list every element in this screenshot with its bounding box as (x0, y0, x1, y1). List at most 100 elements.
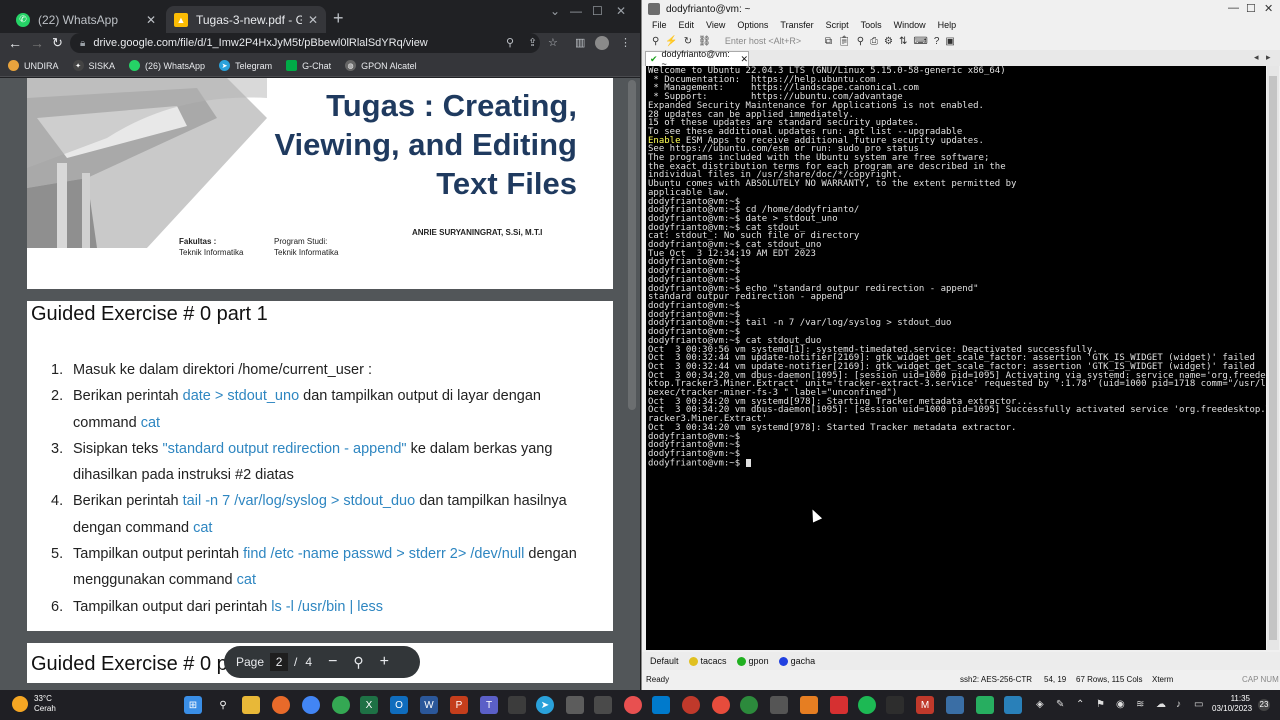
session-button-default[interactable]: Default (650, 656, 679, 666)
session-button-gpon[interactable]: gpon (736, 656, 769, 666)
tray-icon[interactable]: ⌃ (1076, 699, 1084, 710)
file-explorer-icon[interactable] (242, 696, 260, 714)
tray-icon[interactable]: ☁ (1156, 699, 1166, 710)
close-icon[interactable]: ✕ (308, 13, 318, 27)
bookmark-whatsapp[interactable]: (26) WhatsApp (129, 60, 205, 71)
menu-item-script[interactable]: Script (826, 20, 849, 30)
powerpoint-icon[interactable]: P (450, 696, 468, 714)
menu-item-file[interactable]: File (652, 20, 667, 30)
close-window-icon[interactable]: ✕ (1264, 2, 1273, 15)
wifi-icon[interactable]: ≋ (1136, 699, 1144, 710)
session-tab[interactable]: ✔ dodyfrianto@vm: ~ ✕ (645, 49, 749, 69)
tray-icon[interactable]: ⚑ (1096, 699, 1105, 710)
teams-icon[interactable]: T (480, 696, 498, 714)
host-input[interactable]: Enter host <Alt+R> (725, 36, 815, 46)
spotify-icon[interactable] (858, 696, 876, 714)
tab-scroll-right-icon[interactable]: ▸ (1266, 52, 1271, 63)
minimize-icon[interactable]: — (1228, 2, 1239, 14)
app-icon[interactable] (712, 696, 730, 714)
menu-item-transfer[interactable]: Transfer (780, 20, 813, 30)
page-number-input[interactable]: 2 (270, 653, 289, 671)
keymap-icon[interactable]: ⌨ (913, 36, 927, 47)
new-tab-icon[interactable]: + (333, 8, 344, 29)
session-button-tacacs[interactable]: tacacs (688, 656, 727, 666)
pdf-scrollbar[interactable] (628, 80, 636, 410)
connect-icon[interactable]: ⚲ (652, 36, 659, 47)
menu-item-view[interactable]: View (706, 20, 725, 30)
battery-icon[interactable]: ▭ (1194, 699, 1203, 710)
word-icon[interactable]: W (420, 696, 438, 714)
forward-icon[interactable]: → (30, 35, 44, 51)
gmail-icon[interactable]: M (916, 696, 934, 714)
bookmark-siska[interactable]: ✦ SISKA (72, 60, 115, 71)
terminal-scrollbar[interactable] (1267, 66, 1279, 650)
tab-scroll-left-icon[interactable]: ◂ (1254, 52, 1259, 63)
firefox-icon[interactable] (272, 696, 290, 714)
menu-item-tools[interactable]: Tools (861, 20, 882, 30)
bookmark-telegram[interactable]: ➤ Telegram (219, 60, 272, 71)
star-icon[interactable]: ☆ (548, 36, 558, 49)
app-icon[interactable] (566, 696, 584, 714)
tab-google-drive[interactable]: ▲ Tugas-3-new.pdf - Google Drive ✕ (166, 6, 326, 33)
close-window-icon[interactable]: ✕ (616, 4, 626, 18)
pdf-viewer[interactable]: Tugas : Creating, Viewing, and Editing T… (0, 78, 640, 690)
search-icon[interactable]: ⚲ (214, 696, 232, 714)
tab-whatsapp[interactable]: ✆ (22) WhatsApp ✕ (8, 6, 164, 33)
disconnect-icon[interactable]: ⛓ (698, 36, 711, 47)
app-icon[interactable] (624, 696, 642, 714)
app-icon[interactable] (740, 696, 758, 714)
sftp-icon[interactable]: ⇅ (899, 36, 907, 47)
app-icon[interactable] (1004, 696, 1022, 714)
app-icon[interactable] (946, 696, 964, 714)
maximize-icon[interactable]: ☐ (592, 4, 603, 18)
close-icon[interactable]: ✕ (146, 13, 156, 27)
share-icon[interactable]: ⇪ (528, 36, 537, 49)
app-icon[interactable] (830, 696, 848, 714)
help-icon[interactable]: ? (934, 36, 940, 47)
volume-icon[interactable]: ♪ (1176, 699, 1181, 710)
app-icon[interactable] (976, 696, 994, 714)
app-icon[interactable] (770, 696, 788, 714)
clock[interactable]: 11:35 03/10/2023 (1212, 694, 1252, 714)
outlook-icon[interactable]: O (390, 696, 408, 714)
address-bar[interactable]: 🔒︎ drive.google.com/file/d/1_Imw2P4HxJyM… (70, 33, 540, 53)
reload-icon[interactable]: ↻ (52, 35, 63, 51)
minimize-icon[interactable]: — (570, 4, 582, 18)
tray-icon[interactable]: ✎ (1056, 699, 1064, 710)
find-icon[interactable]: ⚲ (857, 36, 864, 47)
menu-item-help[interactable]: Help (938, 20, 957, 30)
menu-icon[interactable]: ⋮ (620, 36, 631, 49)
paste-icon[interactable]: 📋︎ (838, 36, 851, 47)
menu-item-window[interactable]: Window (894, 20, 926, 30)
tray-icon[interactable]: ◈ (1036, 699, 1044, 710)
session-button-gacha[interactable]: gacha (778, 656, 815, 666)
zoom-icon[interactable]: ⚲ (506, 36, 514, 49)
terminal[interactable]: Welcome to Ubuntu 22.04.3 LTS (GNU/Linux… (646, 66, 1266, 650)
menu-item-options[interactable]: Options (737, 20, 768, 30)
zoom-icon[interactable]: ⚲ (353, 654, 363, 671)
menu-item-edit[interactable]: Edit (679, 20, 695, 30)
app-icon[interactable] (800, 696, 818, 714)
copy-icon[interactable]: ⧉ (825, 36, 832, 47)
app-icon[interactable] (508, 696, 526, 714)
notification-badge[interactable]: 23 (1258, 699, 1270, 711)
close-icon[interactable]: ✕ (740, 54, 748, 65)
back-icon[interactable]: ← (8, 35, 22, 51)
vscode-icon[interactable] (652, 696, 670, 714)
sidebar-icon[interactable]: ▥ (575, 36, 585, 49)
weather-widget[interactable]: 33°C Cerah (12, 694, 56, 714)
bookmark-gpon[interactable]: ◍ GPON Alcatel (345, 60, 417, 71)
chrome-icon[interactable] (302, 696, 320, 714)
image-icon[interactable]: ▣ (945, 36, 954, 47)
scroll-thumb[interactable] (1269, 76, 1277, 640)
terminal-icon[interactable] (886, 696, 904, 714)
bookmark-gchat[interactable]: G-Chat (286, 60, 331, 71)
print-icon[interactable]: ⎙ (870, 36, 878, 47)
zoom-in-icon[interactable]: + (380, 653, 389, 671)
avatar[interactable] (595, 36, 609, 50)
chrome-profile-icon[interactable] (332, 696, 350, 714)
reconnect-icon[interactable]: ↻ (684, 36, 692, 47)
chevron-down-icon[interactable]: ⌄ (550, 4, 560, 18)
telegram-icon[interactable]: ➤ (536, 696, 554, 714)
bookmark-undira[interactable]: UNDIRA (8, 60, 59, 71)
